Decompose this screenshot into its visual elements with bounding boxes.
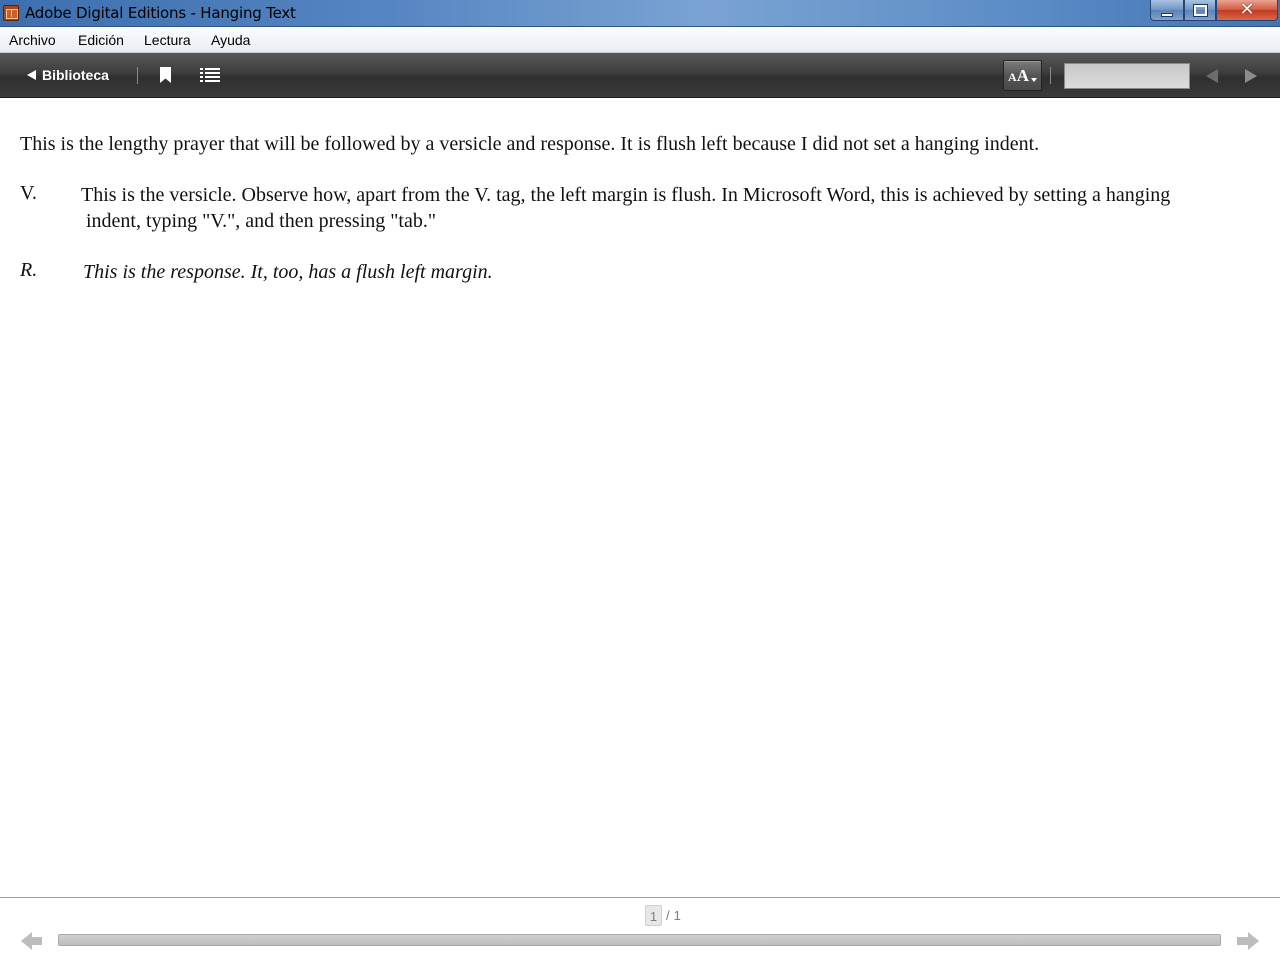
versicle-line-1: This is the versicle. Observe how, apart… — [81, 184, 1171, 206]
previous-icon[interactable] — [1206, 69, 1218, 83]
next-icon[interactable] — [1245, 69, 1257, 83]
search-input[interactable] — [1064, 63, 1190, 89]
library-button[interactable]: Biblioteca — [27, 66, 109, 84]
chevron-down-icon — [1030, 78, 1037, 82]
prayer-paragraph: This is the lengthy prayer that will be … — [20, 133, 1040, 155]
menu-lectura[interactable]: Lectura — [144, 32, 191, 48]
versicle-label: V. — [20, 182, 37, 204]
title-bar[interactable]: Adobe Digital Editions - Hanging Text ✕ — [0, 0, 1280, 27]
versicle-text: This is the versicle. Observe how, apart… — [81, 182, 1266, 234]
response-label: R. — [20, 259, 38, 281]
bookmark-icon[interactable] — [160, 67, 171, 83]
reading-progress-slider[interactable] — [58, 934, 1221, 946]
response-text: This is the response. It, too, has a flu… — [83, 261, 493, 283]
toolbar-divider — [137, 67, 138, 84]
minimize-button[interactable] — [1150, 0, 1184, 21]
total-pages: 1 — [673, 907, 681, 923]
font-size-button[interactable]: AA — [1003, 60, 1042, 91]
next-page-arrow-icon[interactable] — [1237, 932, 1259, 950]
menu-ayuda[interactable]: Ayuda — [211, 32, 250, 48]
table-of-contents-icon[interactable] — [200, 68, 222, 83]
font-size-icon: AA — [1008, 65, 1029, 85]
restore-icon — [1192, 3, 1208, 17]
close-button[interactable]: ✕ — [1216, 0, 1278, 21]
page-navigation-bar: 1 / 1 — [0, 897, 1280, 960]
previous-page-arrow-icon[interactable] — [21, 932, 43, 950]
page-separator: / — [666, 907, 670, 923]
close-icon: ✕ — [1239, 0, 1255, 20]
adobe-digital-editions-icon — [3, 5, 19, 21]
toolbar-divider — [1050, 67, 1051, 84]
window-title: Adobe Digital Editions - Hanging Text — [25, 4, 296, 22]
minimize-icon — [1161, 12, 1173, 17]
versicle-line-2: indent, typing "V.", and then pressing "… — [86, 210, 437, 232]
current-page[interactable]: 1 — [645, 904, 662, 926]
library-button-label: Biblioteca — [42, 67, 109, 83]
menu-archivo[interactable]: Archivo — [9, 32, 56, 48]
maximize-button[interactable] — [1184, 0, 1216, 21]
back-arrow-icon — [27, 70, 36, 80]
menu-bar: Archivo Edición Lectura Ayuda — [0, 27, 1280, 53]
search-field[interactable] — [1064, 63, 1190, 89]
reading-progress-fill — [59, 935, 1220, 945]
reading-pane: This is the lengthy prayer that will be … — [0, 98, 1280, 898]
page-indicator: 1 / 1 — [645, 904, 681, 926]
menu-edicion[interactable]: Edición — [78, 32, 124, 48]
